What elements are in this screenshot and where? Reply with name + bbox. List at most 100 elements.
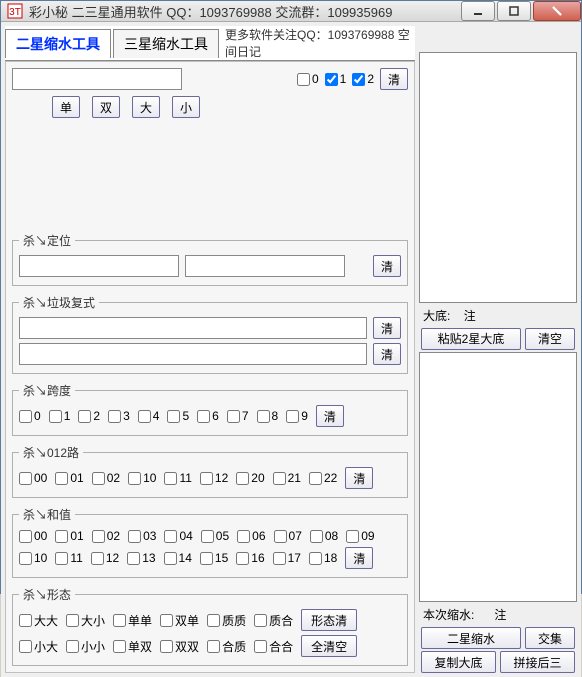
dadi-textarea[interactable] — [419, 52, 577, 303]
lu012-cb-3[interactable] — [128, 472, 141, 485]
hezhi-cb-r1-0[interactable] — [19, 530, 32, 543]
hezhi-cb-r2-4[interactable] — [164, 552, 177, 565]
lu012-cb-6[interactable] — [236, 472, 249, 485]
paste-2star-button[interactable]: 粘贴2星大底 — [421, 328, 521, 350]
hezhi-cb-r1-5-label: 05 — [216, 529, 229, 543]
close-button[interactable] — [533, 1, 581, 21]
kuadu-cb-6[interactable] — [197, 410, 210, 423]
xingtai-cb-r1-0[interactable] — [19, 614, 32, 627]
hezhi-cb-r1-1[interactable] — [55, 530, 68, 543]
hezhi-cb-r2-2-label: 12 — [106, 551, 119, 565]
hezhi-cb-r1-4[interactable] — [164, 530, 177, 543]
xingtai-cb-r2-4[interactable] — [207, 640, 220, 653]
hezhi-clear-button[interactable]: 清 — [345, 547, 373, 569]
xingtai-clear-shape-button[interactable]: 形态清 — [301, 609, 357, 631]
spacer — [12, 124, 408, 224]
hezhi-cb-r1-2[interactable] — [92, 530, 105, 543]
pinjie-button[interactable]: 拼接后三 — [500, 651, 575, 673]
lajifushi-clear2-button[interactable]: 清 — [373, 343, 401, 365]
hezhi-cb-r1-9[interactable] — [346, 530, 359, 543]
hezhi-cb-r2-1[interactable] — [55, 552, 68, 565]
hezhi-cb-r1-3[interactable] — [128, 530, 141, 543]
kuadu-cb-1[interactable] — [49, 410, 62, 423]
hezhi-cb-r2-3[interactable] — [127, 552, 140, 565]
tab-3star[interactable]: 三星缩水工具 — [113, 29, 219, 58]
lu012-cb-8[interactable] — [309, 472, 322, 485]
lu012-cb-0[interactable] — [19, 472, 32, 485]
client-area: 二星缩水工具 三星缩水工具 更多软件关注QQ：1093769988 空间日记 0… — [1, 22, 581, 677]
checkbox-0[interactable] — [297, 73, 310, 86]
lu012-cb-2[interactable] — [92, 472, 105, 485]
hezhi-cb-r1-5[interactable] — [201, 530, 214, 543]
xingtai-cb-r2-0[interactable] — [19, 640, 32, 653]
kuadu-cb-8[interactable] — [257, 410, 270, 423]
lu012-cb-3-label: 10 — [143, 471, 156, 485]
dan-button[interactable]: 单 — [52, 96, 80, 118]
xingtai-clear-all-button[interactable]: 全清空 — [301, 635, 357, 657]
kuadu-clear-button[interactable]: 清 — [316, 405, 344, 427]
kuadu-cb-3[interactable] — [108, 410, 121, 423]
tab-2star[interactable]: 二星缩水工具 — [5, 29, 111, 58]
copy-dadi-button[interactable]: 复制大底 — [421, 651, 496, 673]
xingtai-cb-r2-1-label: 小小 — [81, 638, 105, 655]
xingtai-cb-r1-1[interactable] — [66, 614, 79, 627]
xingtai-cb-r1-5[interactable] — [254, 614, 267, 627]
hezhi-cb-r1-8[interactable] — [310, 530, 323, 543]
kuadu-cb-4[interactable] — [138, 410, 151, 423]
minimize-button[interactable] — [461, 1, 495, 21]
hezhi-cb-r1-6[interactable] — [237, 530, 250, 543]
group-hezhi-legend: 杀↘和值 — [19, 506, 75, 523]
kuadu-cb-7[interactable] — [227, 410, 240, 423]
kuadu-cb-9[interactable] — [286, 410, 299, 423]
maximize-button[interactable] — [497, 1, 531, 21]
xingtai-cb-r1-5-label: 质合 — [269, 612, 293, 629]
hezhi-cb-r2-0-label: 10 — [34, 551, 47, 565]
hezhi-cb-r2-7[interactable] — [273, 552, 286, 565]
hezhi-cb-r2-5[interactable] — [200, 552, 213, 565]
lu012-cb-7[interactable] — [273, 472, 286, 485]
hezhi-cb-r2-6-label: 16 — [251, 551, 264, 565]
hezhi-cb-r2-8-label: 18 — [324, 551, 337, 565]
result-textarea[interactable] — [419, 352, 577, 603]
window-controls — [459, 1, 581, 21]
lu012-cb-1[interactable] — [55, 472, 68, 485]
hezhi-cb-r2-0[interactable] — [19, 552, 32, 565]
shrink-2star-button[interactable]: 二星缩水 — [421, 627, 521, 649]
dingwei-input-1[interactable] — [19, 255, 179, 277]
hezhi-cb-r2-6[interactable] — [236, 552, 249, 565]
lajifushi-input-2[interactable] — [19, 343, 367, 365]
hezhi-cb-r2-2[interactable] — [91, 552, 104, 565]
kuadu-cb-2[interactable] — [78, 410, 91, 423]
checkbox-1[interactable] — [325, 73, 338, 86]
lu012-cb-4[interactable] — [164, 472, 177, 485]
hezhi-cb-r2-8[interactable] — [309, 552, 322, 565]
shuang-button[interactable]: 双 — [92, 96, 120, 118]
xingtai-cb-r2-2[interactable] — [113, 640, 126, 653]
top-clear-button[interactable]: 清 — [380, 68, 408, 90]
checkbox-2[interactable] — [352, 73, 365, 86]
hezhi-cb-r1-7[interactable] — [274, 530, 287, 543]
lajifushi-input-1[interactable] — [19, 317, 367, 339]
da-button[interactable]: 大 — [132, 96, 160, 118]
top-input[interactable] — [12, 68, 182, 90]
hezhi-cb-r2-1-label: 11 — [70, 551, 82, 565]
lu012-cb-5[interactable] — [200, 472, 213, 485]
lu012-clear-button[interactable]: 清 — [345, 467, 373, 489]
xingtai-cb-r2-5[interactable] — [254, 640, 267, 653]
kuadu-cb-5[interactable] — [167, 410, 180, 423]
xiao-button[interactable]: 小 — [172, 96, 200, 118]
xingtai-cb-r1-0-label: 大大 — [34, 612, 58, 629]
xingtai-cb-r1-4[interactable] — [207, 614, 220, 627]
kuadu-cb-0[interactable] — [19, 410, 32, 423]
lajifushi-clear1-button[interactable]: 清 — [373, 317, 401, 339]
xingtai-cb-r1-2[interactable] — [113, 614, 126, 627]
jiaoji-button[interactable]: 交集 — [525, 627, 575, 649]
dadi-label: 大底: 注 — [419, 305, 577, 326]
xingtai-cb-r2-1[interactable] — [66, 640, 79, 653]
xingtai-cb-r2-3[interactable] — [160, 640, 173, 653]
dingwei-clear-button[interactable]: 清 — [373, 255, 401, 277]
clear-dadi-button[interactable]: 清空 — [525, 328, 575, 350]
dingwei-input-2[interactable] — [185, 255, 345, 277]
hezhi-cb-r2-4-label: 14 — [179, 551, 192, 565]
xingtai-cb-r1-3[interactable] — [160, 614, 173, 627]
